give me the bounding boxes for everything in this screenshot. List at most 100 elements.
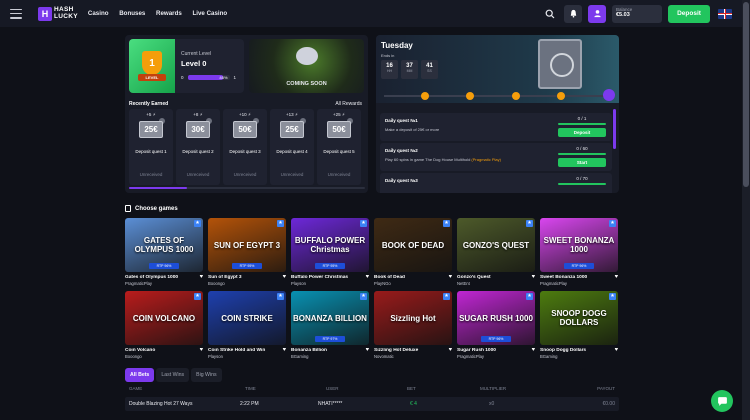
all-rewards-link[interactable]: All Rewards [335, 101, 362, 107]
menu-icon[interactable] [10, 8, 22, 19]
game-card[interactable]: SUGAR RUSH 1000 ★ RTP 96% Sugar Rush 1000 ♥ P… [457, 291, 535, 359]
reward-status: Unreceived [327, 172, 351, 177]
heart-icon[interactable]: ♥ [448, 275, 452, 280]
game-card[interactable]: BOOK OF DEAD ★ Book of Dead ♥ PlayNGo [374, 218, 452, 286]
heart-icon[interactable]: ♥ [614, 275, 618, 280]
deposit-button[interactable]: Deposit [668, 4, 710, 23]
game-thumbnail[interactable]: SUGAR RUSH 1000 ★ RTP 96% [457, 291, 535, 345]
game-name: Gonzo's Quest [457, 275, 491, 280]
tab-big-wins[interactable]: Big Wins [191, 368, 222, 382]
heart-icon[interactable]: ♥ [448, 348, 452, 353]
quest-progress: 0 / 60 [576, 146, 588, 151]
coin-icon [421, 92, 429, 100]
quest-progress-bar [558, 123, 606, 125]
star-icon: ★ [443, 220, 450, 227]
nav-bonuses[interactable]: Bonuses [119, 10, 145, 17]
table-row[interactable]: Double Blazing Hot 27 Ways 2:22 PM NHATI… [125, 397, 619, 411]
heart-icon[interactable]: ♥ [531, 275, 535, 280]
reward-card[interactable]: +25 ⚡ 50€ Deposit quest 5 Unreceived [317, 109, 361, 185]
game-name: Coin Volcano [125, 348, 156, 353]
rewards-list: +5 ⚡ 25€ Deposit quest 1 Unreceived +8 ⚡… [129, 109, 365, 185]
game-card[interactable]: BONANZA BILLION ★ RTP 97% Bonanza Billion ♥ B… [291, 291, 369, 359]
coin-icon [557, 92, 565, 100]
nav-live-casino[interactable]: Live Casino [192, 10, 227, 17]
reward-card[interactable]: +10 ⚡ 50€ Deposit quest 3 Unreceived [223, 109, 267, 185]
heart-icon[interactable]: ♥ [614, 348, 618, 353]
profile-button[interactable] [588, 4, 606, 23]
reward-card[interactable]: +13 ⚡ 25€ Deposit quest 4 Unreceived [270, 109, 314, 185]
game-card[interactable]: SNOOP DOGG DOLLARS ★ Snoop Dogg Dollars ♥ BG… [540, 291, 618, 359]
reward-card[interactable]: +8 ⚡ 30€ Deposit quest 2 Unreceived [176, 109, 220, 185]
game-thumbnail[interactable]: BOOK OF DEAD ★ [374, 218, 452, 272]
tab-all-bets[interactable]: All Bets [125, 368, 155, 382]
star-icon: ★ [360, 220, 367, 227]
rtp-badge: RTP 95% [232, 263, 262, 269]
game-thumbnail[interactable]: Sizzling Hot ★ [374, 291, 452, 345]
game-card[interactable]: BUFFALO POWER Christmas ★ RTP 95% Buffalo P… [291, 218, 369, 286]
game-thumbnail[interactable]: COIN STRIKE ★ [208, 291, 286, 345]
game-name: Sugar Rush 1000 [457, 348, 496, 353]
col-payout: PAYOUT [597, 386, 615, 391]
heart-icon[interactable]: ♥ [199, 348, 203, 353]
game-thumbnail[interactable]: GONZO'S QUEST ★ [457, 218, 535, 272]
game-card[interactable]: SUN OF EGYPT 3 ★ RTP 95% Sun of Egypt 3 ♥ Boo… [208, 218, 286, 286]
heart-icon[interactable]: ♥ [282, 275, 286, 280]
chat-button[interactable] [711, 390, 733, 412]
notifications-button[interactable] [564, 4, 582, 23]
game-thumbnail[interactable]: SUN OF EGYPT 3 ★ RTP 95% [208, 218, 286, 272]
star-icon: ★ [609, 293, 616, 300]
heart-icon[interactable]: ♥ [199, 275, 203, 280]
col-game: GAME [129, 386, 143, 391]
game-thumbnail[interactable]: SNOOP DOGG DOLLARS ★ [540, 291, 618, 345]
daily-quests-panel: Tuesday Ends in 16 HH 37 MM 41 SS Daily que… [376, 35, 619, 193]
level-card[interactable]: 1 LEVEL Current Level Level 0 0 85% 1 [129, 39, 244, 93]
game-provider: Playson [291, 281, 306, 286]
heart-icon[interactable]: ♥ [365, 348, 369, 353]
quest-description: Play 60 spins in game The Dog House Mult… [385, 157, 501, 162]
heart-icon[interactable]: ♥ [282, 348, 286, 353]
game-provider: PragmaticPlay [125, 281, 152, 286]
game-thumbnail[interactable]: BUFFALO POWER Christmas ★ RTP 95% [291, 218, 369, 272]
reward-card[interactable]: +5 ⚡ 25€ Deposit quest 1 Unreceived [129, 109, 173, 185]
rewards-scrollbar[interactable] [129, 187, 365, 189]
search-icon[interactable] [544, 8, 556, 20]
countdown-timer: 16 HH 37 MM 41 SS [381, 60, 438, 79]
logo-text: HASH LUCKY [54, 6, 78, 20]
game-card[interactable]: COIN STRIKE ★ Coin Strike Hold and Win ♥ Pla… [208, 291, 286, 359]
coming-soon-text: COMING SOON [286, 81, 327, 87]
level-badge: 1 LEVEL [129, 39, 175, 93]
game-thumbnail[interactable]: BONANZA BILLION ★ RTP 97% [291, 291, 369, 345]
game-card[interactable]: Sizzling Hot ★ Sizzling Hot Deluxe ♥ Novomat… [374, 291, 452, 359]
heart-icon[interactable]: ♥ [531, 348, 535, 353]
game-art-title: GONZO'S QUEST [462, 240, 530, 250]
game-card[interactable]: COIN VOLCANO ★ Coin Volcano ♥ Booongo [125, 291, 203, 359]
game-card[interactable]: GATES OF OLYMPUS 1000 ★ RTP 96% Gates of Ol… [125, 218, 203, 286]
heart-icon[interactable]: ♥ [365, 275, 369, 280]
uk-flag-icon[interactable] [718, 8, 732, 19]
game-art-title: COIN VOLCANO [132, 313, 196, 323]
game-thumbnail[interactable]: COIN VOLCANO ★ [125, 291, 203, 345]
games-icon [125, 205, 131, 212]
reward-name: Deposit quest 5 [323, 149, 355, 154]
quest-deposit-button[interactable]: Deposit [558, 128, 606, 137]
reward-status: Unreceived [186, 172, 210, 177]
level-progress-fill [187, 75, 224, 80]
tab-last-wins[interactable]: Last Wins [156, 368, 190, 382]
page-scrollbar[interactable] [742, 0, 750, 420]
logo[interactable]: H HASH LUCKY [38, 6, 78, 21]
star-icon: ★ [526, 293, 533, 300]
game-thumbnail[interactable]: GATES OF OLYMPUS 1000 ★ RTP 96% [125, 218, 203, 272]
timer-minutes: 37 MM [401, 60, 418, 79]
game-thumbnail[interactable]: SWEET BONANZA 1000 ★ RTP 96% [540, 218, 618, 272]
game-card[interactable]: GONZO'S QUEST ★ Gonzo's Quest ♥ NetEnt [457, 218, 535, 286]
gift-icon[interactable] [603, 89, 615, 101]
nav-casino[interactable]: Casino [88, 10, 109, 17]
balance-display[interactable]: Balance €5.03 [612, 4, 662, 23]
quest-start-button[interactable]: Start [558, 158, 606, 167]
row-game: Double Blazing Hot 27 Ways [129, 401, 193, 407]
rtp-badge: RTP 96% [149, 263, 179, 269]
game-card[interactable]: SWEET BONANZA 1000 ★ RTP 96% Sweet Bonanza … [540, 218, 618, 286]
quests-scrollbar[interactable] [613, 109, 616, 149]
nav-rewards[interactable]: Rewards [156, 10, 182, 17]
star-icon: ★ [360, 293, 367, 300]
